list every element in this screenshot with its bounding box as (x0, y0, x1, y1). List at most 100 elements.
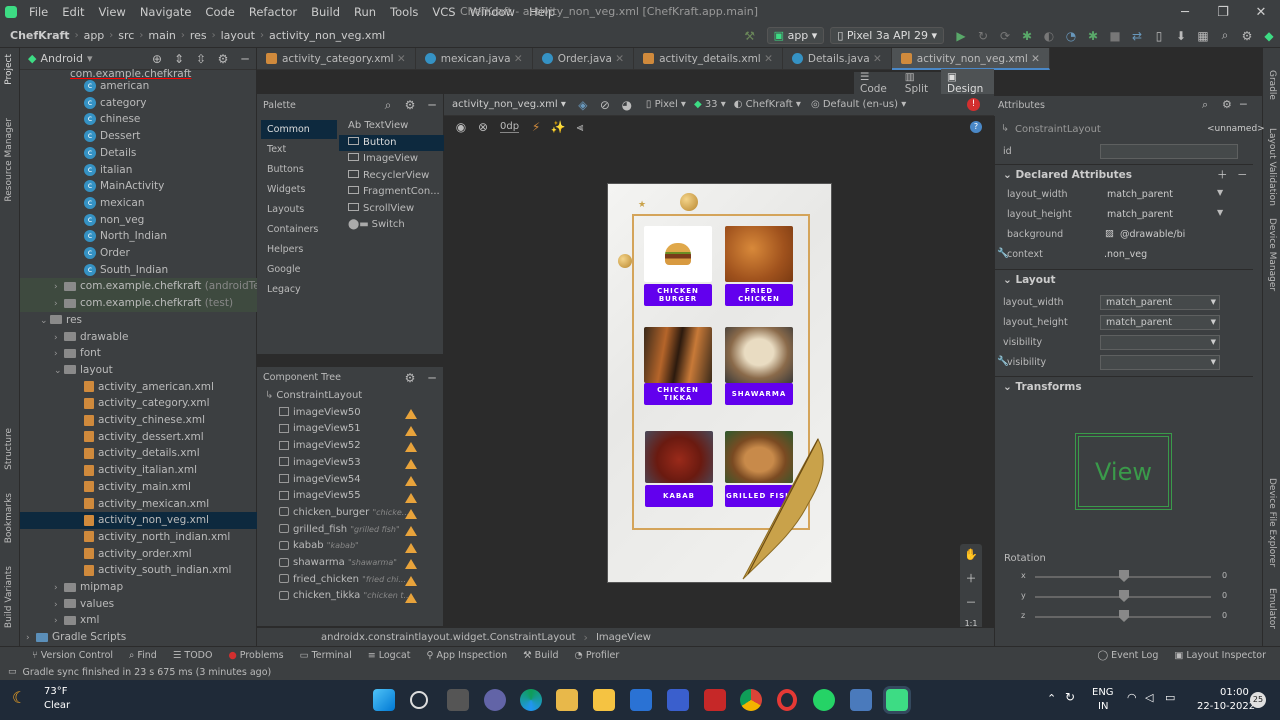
palette-category-widgets[interactable]: Widgets (261, 180, 337, 199)
zoom-out-icon[interactable]: － (966, 594, 977, 610)
hide-icon[interactable]: ─ (421, 98, 443, 112)
chicken-tikka-button[interactable]: CHICKEN TIKKA (644, 383, 712, 405)
sync-tray-icon[interactable]: ↻ (1065, 690, 1075, 704)
breadcrumb-file[interactable]: activity_non_veg.xml (267, 29, 387, 42)
card-chicken-tikka[interactable]: CHICKEN TIKKA (644, 327, 712, 405)
android-studio-taskbar-icon[interactable] (886, 689, 908, 711)
tree-layout-file[interactable]: activity_north_indian.xml (20, 529, 257, 546)
component-item[interactable]: imageView52 (279, 438, 419, 455)
tool-build-variants[interactable]: Build Variants (4, 566, 14, 628)
tree-class[interactable]: c chinese (20, 111, 257, 128)
card-chicken-burger[interactable]: CHICKEN BURGER (644, 226, 712, 306)
default-margin-field[interactable]: 0dp (500, 121, 520, 133)
component-item[interactable]: imageView53 (279, 455, 419, 472)
search-icon[interactable]: ⌕ (1214, 28, 1236, 43)
gear-icon[interactable]: ⚙ (399, 371, 421, 385)
component-item[interactable]: imageView51 (279, 421, 419, 438)
remove-icon[interactable]: － (1237, 165, 1248, 185)
tree-layout-file[interactable]: activity_chinese.xml (20, 412, 257, 429)
menu-edit[interactable]: Edit (55, 0, 91, 24)
photos-icon[interactable] (850, 689, 872, 711)
tool-resource-manager[interactable]: Resource Manager (4, 118, 14, 202)
rotation-y-slider[interactable] (1119, 590, 1129, 602)
dropdown-icon[interactable]: ▼ (1217, 188, 1223, 197)
weather-temp[interactable]: 73°F (44, 686, 67, 697)
view-mode-split[interactable]: ▥ Split (899, 71, 941, 95)
warning-icon[interactable] (405, 425, 417, 436)
sdk-manager-icon[interactable]: ⬇ (1170, 29, 1192, 43)
tree-class[interactable]: c MainActivity (20, 178, 257, 195)
tab-activity-non-veg[interactable]: activity_non_veg.xml ✕ (891, 47, 1050, 70)
attr-tools-visibility-select[interactable]: ▼ (1100, 355, 1220, 370)
layout-section-header[interactable]: ⌄ Layout (995, 269, 1253, 289)
card-fried-chicken[interactable]: FRIED CHICKEN (725, 226, 793, 306)
tree-layout-file-selected[interactable]: activity_non_veg.xml (20, 512, 257, 529)
api-select[interactable]: ◆ 33 ▾ (694, 99, 726, 110)
attr-value[interactable]: .non_veg (1104, 249, 1147, 260)
breadcrumb-app[interactable]: app (82, 29, 107, 42)
tree-xml[interactable]: › xml (20, 612, 257, 629)
palette-category-helpers[interactable]: Helpers (261, 240, 337, 259)
error-icon[interactable]: ! (967, 98, 980, 111)
stop-icon[interactable]: ■ (1104, 29, 1126, 43)
maximize-icon[interactable]: ❐ (1204, 5, 1242, 20)
warning-icon[interactable] (405, 459, 417, 470)
tool-bookmarks[interactable]: Bookmarks (4, 493, 14, 543)
region-label[interactable]: IN (1098, 701, 1108, 712)
tool-device-file-explorer[interactable]: Device File Explorer (1267, 478, 1277, 567)
tool-device-manager[interactable]: Device Manager (1267, 218, 1277, 291)
help-icon[interactable]: ? (970, 121, 982, 133)
tree-class[interactable]: c american (20, 78, 257, 95)
tab-order-java[interactable]: Order.java ✕ (533, 47, 635, 70)
warning-icon[interactable] (405, 492, 417, 503)
opera-icon[interactable] (777, 689, 797, 711)
layers-icon[interactable]: ◈ (572, 98, 594, 112)
target-icon[interactable]: ⊕ (146, 52, 168, 66)
tool-logcat[interactable]: ≡ Logcat (360, 650, 419, 661)
tool-terminal[interactable]: ▭ Terminal (292, 650, 360, 661)
settings-icon[interactable]: ⚙ (1236, 29, 1258, 43)
close-icon[interactable]: ✕ (1242, 5, 1280, 20)
warning-icon[interactable] (405, 409, 417, 419)
tool-project[interactable]: Project (4, 54, 14, 85)
warning-icon[interactable] (405, 542, 417, 553)
card-kabab[interactable]: KABAB (645, 431, 713, 507)
component-item[interactable]: imageView55 (279, 488, 419, 505)
palette-item-imageview[interactable]: ImageView (339, 151, 444, 168)
attach-icon[interactable]: ✱ (1082, 29, 1104, 43)
volume-icon[interactable]: ◁ (1145, 691, 1153, 704)
tree-layout-file[interactable]: activity_south_indian.xml (20, 562, 257, 579)
palette-category-layouts[interactable]: Layouts (261, 200, 337, 219)
tree-class[interactable]: c italian (20, 162, 257, 179)
component-item[interactable]: chicken_burger "chicke... (279, 505, 419, 522)
notification-badge[interactable]: 25 (1250, 692, 1266, 708)
tool-todo[interactable]: ☰ TODO (165, 650, 221, 661)
tree-class[interactable]: c South_Indian (20, 262, 257, 279)
palette-category-containers[interactable]: Containers (261, 220, 337, 239)
tree-layout-file[interactable]: activity_italian.xml (20, 462, 257, 479)
task-view-icon[interactable] (447, 689, 469, 711)
infer-constraints-icon[interactable]: ✨ (547, 120, 569, 134)
warning-icon[interactable] (405, 509, 417, 520)
chat-icon[interactable] (484, 689, 506, 711)
snipping-tool-icon[interactable] (556, 689, 578, 711)
warning-icon[interactable] (405, 442, 417, 453)
tool-version-control[interactable]: ⑂ Version Control (24, 650, 121, 661)
wifi-icon[interactable]: ◠ (1127, 691, 1137, 704)
palette-category-buttons[interactable]: Buttons (261, 160, 337, 179)
breadcrumb-project[interactable]: ChefKraft (8, 29, 72, 42)
tree-mipmap[interactable]: › mipmap (20, 579, 257, 596)
fried-chicken-button[interactable]: FRIED CHICKEN (725, 284, 793, 306)
file-explorer-icon[interactable] (593, 689, 615, 711)
autoconnect-icon[interactable]: ⊗ (472, 120, 494, 134)
device-select[interactable]: ▯ Pixel 3a API 29 ▾ (830, 27, 944, 44)
search-icon[interactable]: ⌕ (1202, 98, 1208, 112)
breadcrumb-src[interactable]: src (116, 29, 136, 42)
tool-event-log[interactable]: ◯ Event Log (1090, 650, 1167, 661)
theme-select[interactable]: ◐ ChefKraft ▾ (734, 99, 801, 110)
path-bar-parent[interactable]: androidx.constraintlayout.widget.Constra… (321, 632, 576, 643)
language-label[interactable]: ENG (1092, 687, 1114, 698)
tab-details-java[interactable]: Details.java ✕ (783, 47, 892, 70)
palette-item-button[interactable]: Button (339, 134, 444, 151)
clear-constraints-icon[interactable]: ⚡ (525, 120, 547, 134)
